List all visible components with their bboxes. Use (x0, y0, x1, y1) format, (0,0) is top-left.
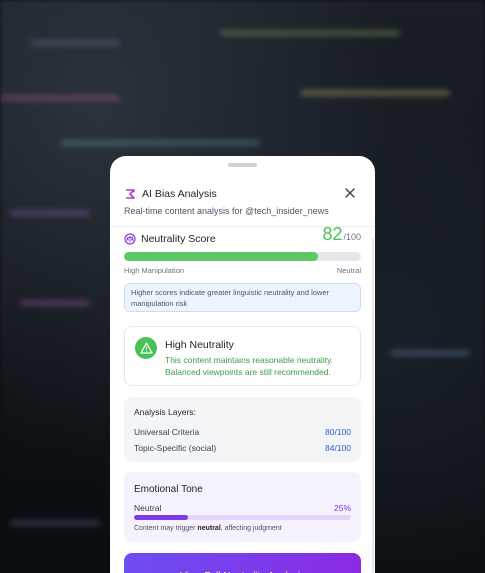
sparkle-logo-icon (126, 189, 135, 199)
view-full-analysis-button[interactable]: View Full Neutrality Analysis (124, 553, 361, 573)
background-streak (300, 90, 450, 96)
layer-value: 84/100 (325, 443, 351, 453)
background-streak (220, 30, 400, 36)
scrollbar[interactable] (372, 238, 374, 573)
background-streak (30, 40, 120, 46)
tone-bar-fill (134, 515, 189, 520)
background-streak (10, 520, 100, 526)
sheet-header: AI Bias Analysis (124, 184, 361, 204)
tone-bar (134, 515, 351, 520)
tone-note-prefix: Content may trigger (134, 525, 198, 532)
background-streak (10, 210, 90, 216)
neutrality-score-row: Neutrality Score 82 /100 (124, 224, 361, 250)
layer-label: Universal Criteria (134, 427, 200, 437)
tone-row: Neutral 25% (134, 503, 351, 513)
background-streak (60, 140, 260, 146)
neutrality-score-value: 82 /100 (322, 224, 361, 245)
status-desc-line: This content maintains reasonable neutra… (165, 355, 334, 365)
bias-analysis-sheet: AI Bias Analysis Real-time content analy… (110, 156, 375, 573)
score-number: 82 (322, 224, 343, 244)
tone-label: Neutral (134, 503, 162, 513)
layer-value: 80/100 (325, 427, 351, 437)
neutrality-bar (124, 252, 361, 261)
emotional-tone-title: Emotional Tone (134, 484, 203, 495)
background-streak (0, 95, 120, 101)
neutrality-bar-fill (124, 252, 319, 261)
sheet-title: AI Bias Analysis (142, 188, 217, 200)
warning-triangle-icon (135, 337, 157, 359)
sheet-subtitle: Real-time content analysis for @tech_ins… (124, 206, 329, 216)
tone-note: Content may trigger neutral, affecting j… (134, 525, 282, 532)
tone-note-bold: neutral (197, 525, 221, 532)
background-streak (390, 350, 470, 356)
neutrality-bar-labels: High Manipulation Neutral (124, 266, 361, 275)
status-description: This content maintains reasonable neutra… (165, 354, 350, 378)
score-info-box: Higher scores indicate greater linguisti… (124, 283, 361, 312)
scale-icon (124, 233, 136, 245)
status-title: High Neutrality (165, 339, 234, 351)
bar-label-low: High Manipulation (124, 266, 185, 275)
close-icon[interactable] (343, 186, 357, 200)
layer-label: Topic-Specific (social) (134, 443, 217, 453)
score-max: /100 (343, 232, 361, 242)
neutrality-status-card: High Neutrality This content maintains r… (124, 326, 361, 386)
analysis-layers-title: Analysis Layers: (134, 407, 196, 417)
bar-label-high: Neutral (336, 266, 361, 275)
status-desc-line: Balanced viewpoints are still recommende… (165, 367, 331, 377)
emotional-tone-card: Emotional Tone Neutral 25% Content may t… (124, 472, 361, 542)
tone-percent: 25% (333, 503, 351, 513)
tone-note-suffix: , affecting judgment (220, 525, 282, 532)
layer-row: Topic-Specific (social) 84/100 (134, 443, 351, 453)
drag-handle[interactable] (228, 163, 257, 167)
analysis-layers-card: Analysis Layers: Universal Criteria 80/1… (124, 397, 361, 462)
neutrality-score-label: Neutrality Score (141, 233, 216, 245)
layer-row: Universal Criteria 80/100 (134, 427, 351, 437)
background-streak (20, 300, 90, 306)
